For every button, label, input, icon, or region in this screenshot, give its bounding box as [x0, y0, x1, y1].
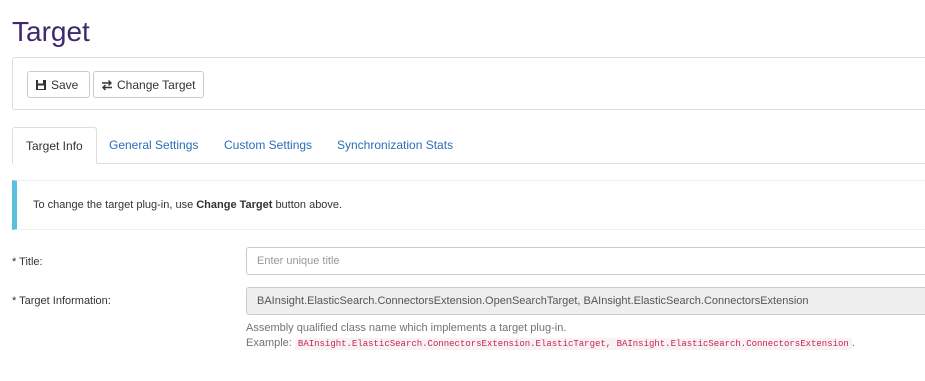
example-code: BAInsight.ElasticSearch.ConnectorsExtens…: [294, 338, 852, 350]
example-label: Example:: [246, 337, 292, 349]
tab-bar: Target Info General Settings Custom Sett…: [12, 127, 925, 164]
info-alert: To change the target plug-in, use Change…: [12, 180, 925, 230]
example-end: .: [851, 337, 855, 349]
title-input[interactable]: [246, 247, 925, 275]
tab-general-settings[interactable]: General Settings: [109, 127, 198, 163]
save-icon: [35, 79, 47, 91]
tab-custom-settings[interactable]: Custom Settings: [224, 127, 312, 163]
target-information-label: * Target Information:: [12, 295, 111, 307]
change-target-label: Change Target: [117, 77, 196, 92]
toolbar: Save Change Target: [12, 57, 925, 110]
info-text-before: To change the target plug-in, use: [33, 199, 194, 211]
tab-synchronization-stats[interactable]: Synchronization Stats: [337, 127, 453, 163]
swap-icon: [101, 79, 113, 91]
change-target-button[interactable]: Change Target: [93, 71, 204, 98]
save-label: Save: [51, 77, 79, 92]
target-example: Example: BAInsight.ElasticSearch.Connect…: [246, 337, 855, 350]
info-text-after: button above.: [275, 199, 343, 211]
save-button[interactable]: Save: [27, 71, 90, 98]
tab-target-info[interactable]: Target Info: [12, 127, 97, 164]
page-title: Target: [12, 16, 90, 47]
target-information-field[interactable]: BAInsight.ElasticSearch.ConnectorsExtens…: [246, 287, 925, 315]
info-text-bold: Change Target: [196, 199, 273, 211]
target-help-text: Assembly qualified class name which impl…: [246, 322, 567, 334]
title-label: * Title:: [12, 256, 43, 268]
